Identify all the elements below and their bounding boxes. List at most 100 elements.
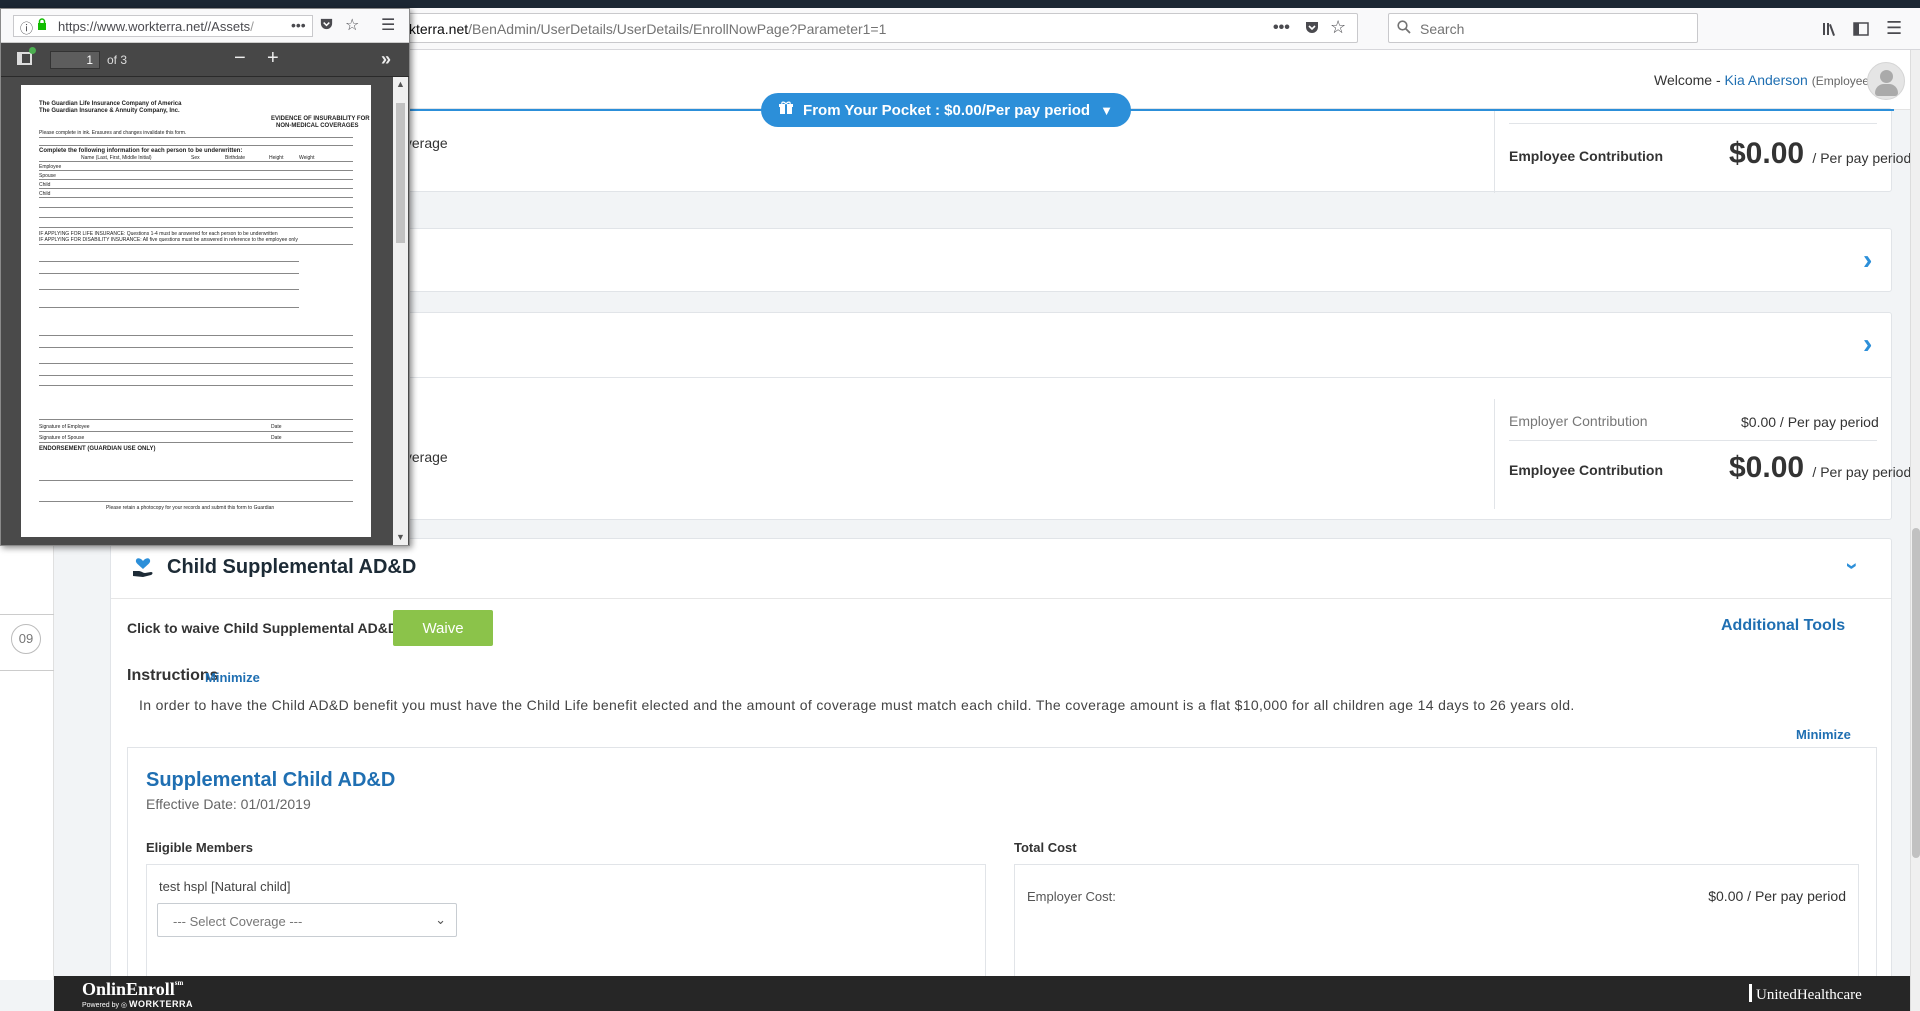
- search-bar[interactable]: Search: [1388, 13, 1698, 43]
- pdf-page: The Guardian Life Insurance Company of A…: [21, 85, 371, 537]
- zoom-out-icon[interactable]: −: [234, 47, 246, 70]
- pdf-rule: [39, 244, 353, 245]
- plan-title[interactable]: Supplemental Child AD&D: [146, 769, 395, 792]
- pdf-footer-note: Please retain a photocopy for your recor…: [106, 505, 275, 511]
- gift-icon: [779, 93, 794, 127]
- pdf-rule: [39, 335, 353, 336]
- pdf-rule: [39, 431, 353, 432]
- unitedhealthcare-logo: UnitedHealthcare: [1749, 984, 1862, 1004]
- pocket-icon[interactable]: [319, 16, 334, 35]
- avatar[interactable]: [1867, 62, 1905, 100]
- pdf-rule: [39, 385, 353, 386]
- pdf-rule: [39, 480, 353, 481]
- employee-contribution-amount: $0.00 / Per pay period: [1729, 451, 1912, 484]
- coverage-select-value: --- Select Coverage ---: [173, 914, 303, 929]
- hamburger-menu-icon[interactable]: ☰: [1886, 19, 1902, 37]
- double-chevron-right-icon[interactable]: »: [381, 49, 391, 70]
- child-supplemental-section: Child Supplemental AD&D › Click to waive…: [110, 538, 1892, 1004]
- pdf-instruction: Please complete in ink. Erasures and cha…: [39, 130, 187, 136]
- divider: [1509, 123, 1877, 124]
- member-name: test hspl [Natural child]: [159, 879, 291, 894]
- ellipsis-icon[interactable]: •••: [1273, 20, 1290, 36]
- pdf-section-heading: Complete the following information for e…: [39, 148, 243, 154]
- minimize-link[interactable]: Minimize: [1796, 727, 1851, 742]
- welcome-text: Welcome - Kia Anderson (Employee): [1654, 72, 1873, 88]
- pdf-scrollbar[interactable]: ▲ ▼: [393, 77, 408, 545]
- scrollbar-thumb[interactable]: [396, 103, 405, 243]
- user-name-link[interactable]: Kia Anderson: [1725, 72, 1808, 88]
- chevron-down-icon[interactable]: ›: [1840, 562, 1866, 569]
- employer-cost-amount: $0.00 / Per pay period: [1708, 888, 1846, 904]
- pdf-sidebar-toggle-icon[interactable]: [17, 52, 32, 65]
- search-placeholder: Search: [1420, 21, 1465, 37]
- pdf-rule: [39, 161, 353, 162]
- pdf-rule: [39, 137, 353, 138]
- employer-cost-label: Employer Cost:: [1027, 889, 1116, 904]
- pocket-label: From Your Pocket : $0.00/Per pay period: [803, 102, 1091, 119]
- pdf-page-total: of 3: [107, 53, 128, 67]
- employer-contribution-label: Employer Contribution: [1509, 413, 1648, 429]
- popup-url-bar: ⓘ https://www.workterra.net//Assets/ •••…: [1, 9, 409, 43]
- workterra-icon: ◎: [120, 1002, 128, 1009]
- pdf-rule: [39, 419, 353, 420]
- pdf-company-line: The Guardian Insurance & Annuity Company…: [39, 108, 180, 114]
- eligible-members-label: Eligible Members: [146, 840, 253, 855]
- additional-tools-link[interactable]: Additional Tools: [1721, 617, 1845, 635]
- pdf-rule: [39, 207, 353, 208]
- pdf-viewport[interactable]: The Guardian Life Insurance Company of A…: [1, 77, 409, 545]
- pdf-rule: [39, 261, 299, 262]
- chevron-down-icon: ⌄: [435, 912, 446, 927]
- powered-by-text: Powered by ◎ WORKTERRA: [82, 999, 193, 1009]
- pdf-rule: [39, 217, 353, 218]
- section-header[interactable]: Child Supplemental AD&D ›: [111, 539, 1891, 599]
- popup-url-field[interactable]: ⓘ https://www.workterra.net//Assets/: [13, 15, 313, 37]
- user-role: (Employee): [1811, 74, 1874, 88]
- divider: [1494, 109, 1495, 193]
- zoom-in-icon[interactable]: +: [267, 47, 279, 70]
- pdf-rule: [39, 307, 299, 308]
- rail-divider: [0, 614, 54, 615]
- info-icon[interactable]: ⓘ: [20, 18, 33, 37]
- star-icon[interactable]: ☆: [1330, 18, 1346, 36]
- pdf-popup-window[interactable]: ⓘ https://www.workterra.net//Assets/ •••…: [0, 8, 410, 546]
- chevron-right-icon[interactable]: ›: [1863, 330, 1872, 358]
- scroll-up-icon[interactable]: ▲: [396, 79, 405, 89]
- minimize-instructions-link[interactable]: Minimize: [205, 670, 260, 685]
- scrollbar-thumb[interactable]: [1912, 528, 1920, 858]
- pdf-rule: [39, 145, 353, 146]
- hamburger-menu-icon[interactable]: ☰: [381, 15, 395, 35]
- pdf-page-number-input[interactable]: 1: [50, 51, 100, 69]
- employer-contribution-amount: $0.00 / Per pay period: [1741, 414, 1879, 430]
- library-icon[interactable]: [1822, 21, 1838, 41]
- rail-divider: [0, 670, 54, 671]
- from-your-pocket-dropdown[interactable]: From Your Pocket : $0.00/Per pay period ▼: [761, 93, 1131, 127]
- plan-card: Supplemental Child AD&D Effective Date: …: [127, 747, 1877, 1004]
- search-icon: [1397, 20, 1411, 38]
- step-badge[interactable]: 09: [11, 624, 41, 654]
- footer: OnlinEnrollsm Powered by ◎ WORKTERRA Uni…: [54, 976, 1910, 1011]
- chevron-right-icon[interactable]: ›: [1863, 246, 1872, 274]
- popup-url-text: https://www.workterra.net//Assets/: [58, 19, 254, 34]
- uhc-mark-icon: [1749, 984, 1752, 1002]
- instructions-text: In order to have the Child AD&D benefit …: [139, 697, 1575, 713]
- ellipsis-icon[interactable]: •••: [291, 17, 306, 33]
- url-bar[interactable]: kterra.net/BenAdmin/UserDetails/UserDeta…: [398, 13, 1358, 43]
- employee-contribution-label: Employee Contribution: [1509, 462, 1663, 478]
- pdf-rule: [39, 363, 353, 364]
- pdf-rule: [39, 501, 353, 502]
- section-title: Child Supplemental AD&D: [167, 556, 417, 578]
- notification-dot-icon: [29, 47, 36, 54]
- url-text: kterra.net/BenAdmin/UserDetails/UserDeta…: [409, 21, 887, 37]
- scroll-down-icon[interactable]: ▼: [396, 532, 405, 542]
- pocket-icon[interactable]: [1304, 19, 1320, 39]
- pdf-section-heading: IF APPLYING FOR DISABILITY INSURANCE: Al…: [39, 237, 298, 243]
- pdf-rule: [39, 227, 353, 228]
- coverage-select[interactable]: --- Select Coverage --- ⌄: [157, 903, 457, 937]
- waive-button[interactable]: Waive: [393, 610, 493, 646]
- star-icon[interactable]: ☆: [345, 15, 359, 35]
- effective-date: Effective Date: 01/01/2019: [146, 796, 311, 812]
- pdf-form-title: NON-MEDICAL COVERAGES: [276, 123, 359, 129]
- sidebar-icon[interactable]: [1853, 21, 1869, 41]
- page-scrollbar[interactable]: [1910, 50, 1920, 1011]
- pdf-rule: [39, 375, 353, 376]
